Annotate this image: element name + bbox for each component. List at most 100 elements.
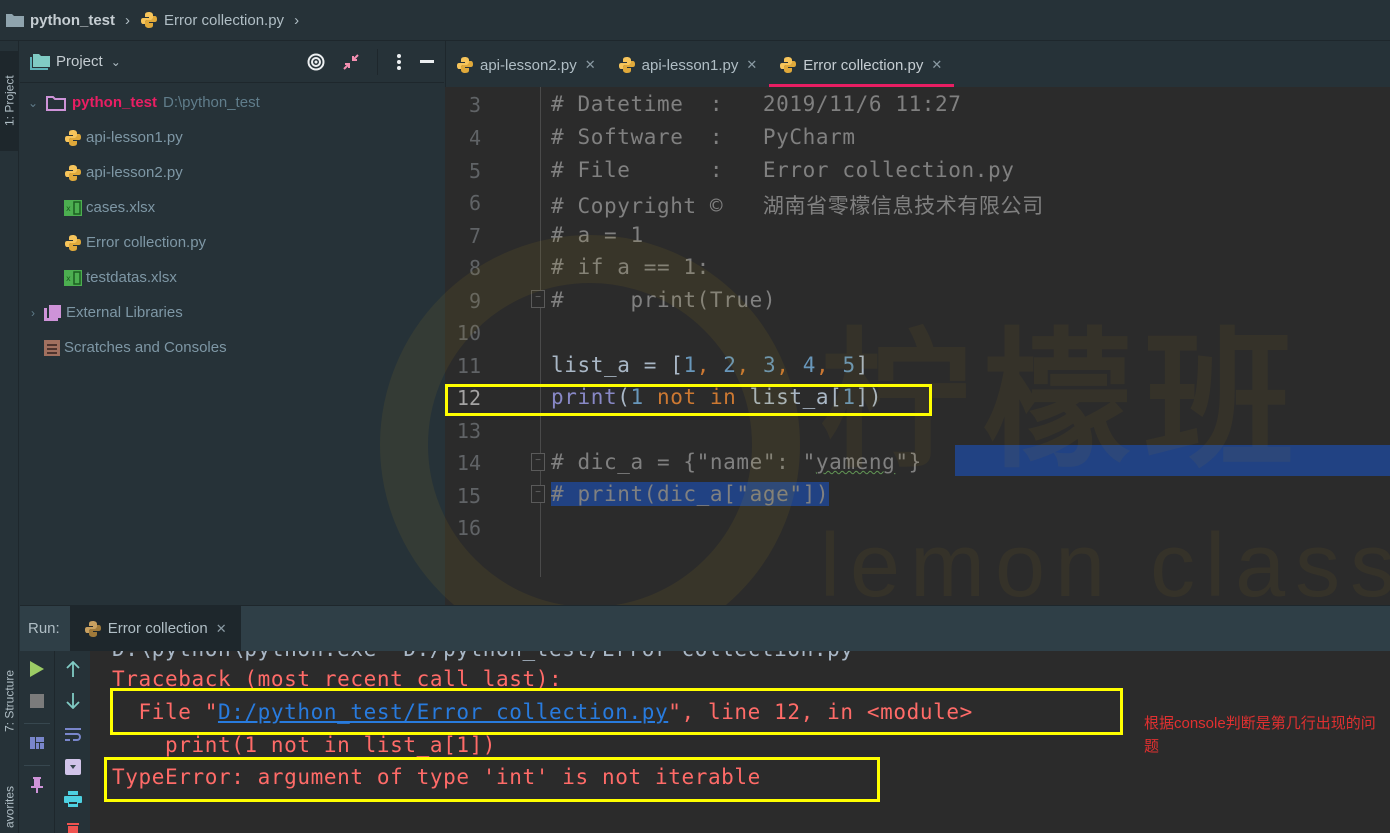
code-token: " (895, 450, 909, 474)
code-line: # if a == 1: (551, 255, 710, 279)
code-token: 2 (723, 353, 737, 377)
tree-root-python-test[interactable]: ⌄ python_test D:\python_test (20, 85, 444, 120)
svg-text:x: x (66, 204, 71, 213)
python-file-icon (65, 129, 81, 146)
trash-icon (66, 823, 79, 833)
locate-icon[interactable] (307, 53, 325, 71)
highlight-box-error (104, 757, 880, 802)
chevron-down-icon[interactable]: ⌄ (111, 55, 121, 69)
breadcrumb-file[interactable]: Error collection.py (164, 12, 284, 29)
code-line: # print(True) (551, 288, 777, 312)
scratches-icon (44, 339, 60, 356)
line-number: 13 (456, 419, 481, 443)
line-number: 5 (468, 159, 481, 183)
code-token: 4 (802, 353, 816, 377)
tree-external-libraries[interactable]: › External Libraries (20, 295, 444, 330)
file-name: api-lesson1.py (86, 129, 183, 146)
soft-wrap-button[interactable] (55, 723, 90, 747)
code-token: list_a = [ (551, 353, 684, 377)
arrow-up-icon (65, 661, 80, 677)
hide-panel-icon[interactable] (420, 60, 434, 64)
tool-window-tab-structure[interactable]: 7: Structure (0, 656, 19, 746)
scroll-to-end-button[interactable] (55, 755, 90, 779)
print-button[interactable] (55, 787, 90, 811)
fold-marker-icon[interactable]: − (531, 453, 545, 471)
rerun-button[interactable] (20, 657, 54, 681)
stop-button[interactable] (20, 689, 54, 713)
pycharm-window: python_test › Error collection.py › 1: P… (0, 0, 1390, 833)
close-icon[interactable]: ✕ (216, 621, 227, 637)
scratches-label: Scratches and Consoles (64, 339, 227, 356)
highlight-box-line-12 (445, 384, 932, 416)
close-icon[interactable]: ✕ (585, 57, 596, 73)
chevron-right-icon: › (294, 11, 300, 29)
code-editor[interactable]: 3 4 5 6 7 8 9 10 11 12 13 14 15 16 # Dat… (445, 87, 1390, 605)
tool-window-tab-favorites[interactable]: avorites (0, 781, 19, 833)
tab-error-collection[interactable]: Error collection.py ✕ (769, 43, 955, 87)
print-icon (63, 791, 82, 807)
line-number: 3 (468, 93, 481, 117)
gutter-divider (540, 87, 541, 577)
python-file-icon (141, 12, 158, 28)
line-number: 10 (456, 321, 481, 345)
console-code-line: print(1 not in list_a[1]) (112, 733, 497, 757)
tree-file[interactable]: x testdatas.xlsx (20, 260, 444, 295)
scroll-up-button[interactable] (55, 657, 90, 681)
arrow-down-icon (65, 693, 80, 709)
code-line-11: list_a = [1, 2, 3, 4, 5] (551, 353, 869, 377)
tree-file[interactable]: Error collection.py (20, 225, 444, 260)
python-file-icon (65, 234, 81, 251)
close-icon[interactable]: ✕ (746, 57, 757, 73)
file-name: api-lesson2.py (86, 164, 183, 181)
selection-highlight (955, 445, 1390, 476)
more-options-icon[interactable] (396, 54, 402, 70)
line-number: 16 (456, 516, 481, 540)
tool-window-tab-project[interactable]: 1: Project (0, 51, 19, 151)
layout-button[interactable] (20, 731, 54, 755)
tab-label: api-lesson1.py (641, 56, 739, 74)
play-icon (30, 661, 44, 677)
console-command: D:\python\python.exe "D:/python_test/Err… (112, 651, 867, 661)
code-token: , (696, 353, 724, 377)
run-toolbar-secondary (54, 651, 90, 833)
tree-scratches[interactable]: Scratches and Consoles (20, 330, 444, 365)
pin-button[interactable] (20, 773, 54, 797)
folder-icon (46, 95, 66, 111)
project-view-selector[interactable]: Project (56, 53, 103, 70)
run-tab-error-collection[interactable]: Error collection ✕ (69, 605, 241, 652)
chevron-right-icon[interactable]: › (26, 306, 40, 320)
tab-api-lesson1[interactable]: api-lesson1.py ✕ (608, 43, 770, 87)
tree-file[interactable]: x cases.xlsx (20, 190, 444, 225)
run-label: Run: (28, 620, 60, 637)
file-name: testdatas.xlsx (86, 269, 177, 286)
left-tool-strip: 1: Project 7: Structure avorites (0, 41, 19, 833)
tab-api-lesson2[interactable]: api-lesson2.py ✕ (446, 43, 608, 87)
chevron-down-icon[interactable]: ⌄ (26, 96, 40, 110)
tab-label: Error collection.py (803, 56, 924, 74)
breadcrumb-project[interactable]: python_test (30, 12, 115, 29)
typo-word: yameng (815, 450, 896, 474)
code-line-14: # dic_a = {"name": "yameng"} (551, 450, 922, 474)
code-token: } (908, 450, 922, 474)
project-path: D:\python_test (163, 94, 260, 111)
code-line: # Datetime : 2019/11/6 11:27 (551, 92, 962, 116)
tree-file[interactable]: api-lesson1.py (20, 120, 444, 155)
fold-marker-icon[interactable]: − (531, 290, 545, 308)
close-icon[interactable]: ✕ (931, 57, 942, 73)
code-token: 3 (762, 353, 777, 377)
navigation-bar: python_test › Error collection.py › (0, 0, 1390, 41)
collapse-all-icon[interactable] (343, 54, 359, 70)
layout-icon (30, 737, 44, 749)
scroll-down-button[interactable] (55, 689, 90, 713)
project-panel: Project ⌄ ⌄ python_test D:\python_test a… (20, 41, 444, 601)
clear-button[interactable] (55, 817, 90, 833)
svg-text:x: x (66, 274, 71, 283)
code-line: # Software : PyCharm (551, 125, 856, 149)
tree-file[interactable]: api-lesson2.py (20, 155, 444, 190)
project-folder-icon (30, 53, 50, 70)
project-name: python_test (72, 94, 158, 111)
toolbar-divider (24, 765, 50, 766)
code-line-15: # print(dic_a["age"]) (551, 482, 830, 506)
fold-marker-icon[interactable]: − (531, 485, 545, 503)
annotation-note: 根据console判断是第几行出现的问题 (1144, 715, 1376, 755)
